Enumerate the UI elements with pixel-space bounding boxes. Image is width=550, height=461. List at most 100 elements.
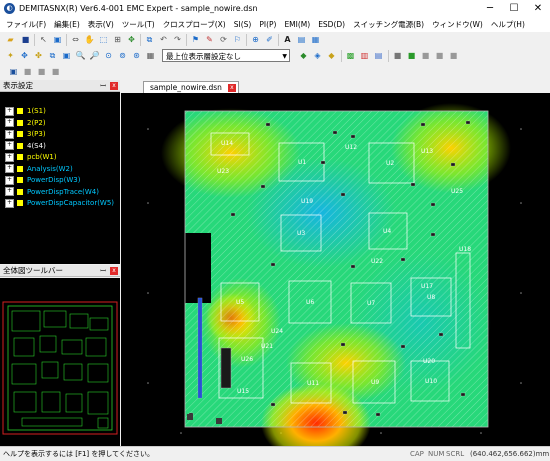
expand-icon[interactable]: + — [5, 187, 14, 196]
highlight-icon[interactable]: ✎ — [204, 34, 215, 45]
label-u14: U14 — [221, 140, 233, 147]
gray-1-icon[interactable]: ■ — [392, 50, 403, 61]
menu-file[interactable]: ファイル(F) — [2, 18, 50, 32]
chart-icon[interactable]: ▥ — [359, 50, 370, 61]
pcb-canvas[interactable]: U1 U2 U3 U4 U5 U6 U7 U8 U9 U10 U11 U14 U… — [121, 93, 550, 446]
zoom-in-icon[interactable]: ⊕ — [250, 34, 261, 45]
wire-icon[interactable]: ✦ — [5, 50, 16, 61]
overview-panel-close-icon[interactable]: x — [110, 267, 118, 275]
expand-icon[interactable]: + — [5, 152, 14, 162]
via-icon[interactable]: ✥ — [19, 50, 30, 61]
maximize-button[interactable]: ☐ — [502, 0, 526, 18]
layer-item[interactable]: +4(S4) — [0, 141, 120, 153]
pointer-icon[interactable]: ↖ — [38, 34, 49, 45]
tile-icon[interactable]: ▦ — [310, 34, 321, 45]
expand-icon[interactable]: + — [5, 164, 14, 173]
table-icon[interactable]: ▤ — [373, 50, 384, 61]
layer-panel-close-icon[interactable]: x — [110, 82, 118, 90]
zoom-in-2-icon[interactable]: 🔍 — [75, 50, 86, 61]
zoom-all-icon[interactable]: ⊛ — [131, 50, 142, 61]
layer-swap-icon[interactable]: ◈ — [312, 50, 323, 61]
layer-item[interactable]: + PowerDisp(W3) — [0, 175, 120, 187]
gray-2-icon[interactable]: ■ — [420, 50, 431, 61]
menu-edit[interactable]: 編集(E) — [50, 18, 84, 32]
scale-icon[interactable]: ⇔ — [70, 34, 81, 45]
label-u6: U6 — [306, 299, 314, 306]
rotate-icon[interactable]: ⟳ — [218, 34, 229, 45]
layer-item[interactable]: + PowerDispTrace(W4) — [0, 187, 120, 199]
menu-tool[interactable]: ツール(T) — [118, 18, 159, 32]
folder-icon — [17, 142, 23, 149]
save-icon[interactable]: ■ — [20, 34, 31, 45]
menu-help[interactable]: ヘルプ(H) — [487, 18, 529, 32]
gray-7-icon[interactable]: ■ — [50, 66, 61, 77]
color-map-icon[interactable]: ▩ — [345, 50, 356, 61]
close-button[interactable]: ✕ — [526, 0, 550, 18]
display-icon[interactable]: ▣ — [8, 66, 19, 77]
layer-down-icon[interactable]: ◆ — [326, 50, 337, 61]
expand-icon[interactable]: + — [5, 118, 14, 127]
menu-esd[interactable]: ESD(D) — [314, 18, 349, 32]
expand-icon[interactable]: + — [5, 129, 14, 139]
expand-icon[interactable]: + — [5, 141, 14, 150]
open-icon[interactable]: ▰ — [5, 34, 16, 45]
expand-icon[interactable]: + — [5, 198, 14, 208]
pan-icon[interactable]: ✋ — [84, 34, 95, 45]
overview-map[interactable] — [0, 278, 120, 446]
gray-3-icon[interactable]: ■ — [434, 50, 445, 61]
layer-item[interactable]: + pcb(W1) — [0, 152, 120, 164]
gray-6-icon[interactable]: ■ — [36, 66, 47, 77]
text-icon[interactable]: A — [282, 34, 293, 45]
expand-icon[interactable]: + — [5, 175, 14, 185]
fit-icon[interactable]: ▣ — [61, 50, 72, 61]
menu-switching-power[interactable]: スイッチング電源(B) — [349, 18, 428, 32]
copy-window-icon[interactable]: ⧉ — [47, 50, 58, 61]
pen-icon[interactable]: ✐ — [264, 34, 275, 45]
grid-icon[interactable]: ▦ — [145, 50, 156, 61]
menu-si[interactable]: SI(S) — [230, 18, 256, 32]
label-u18: U18 — [459, 246, 471, 253]
document-icon — [17, 177, 23, 183]
layer-item[interactable]: + PowerDispCapacitor(W5) — [0, 198, 120, 210]
copy-icon[interactable]: ⧉ — [144, 34, 155, 45]
minimize-button[interactable]: ─ — [478, 0, 502, 18]
layer-item[interactable]: +1(S1) — [0, 106, 120, 118]
label-u9: U9 — [371, 379, 379, 386]
zoom-area-icon[interactable]: ⊙ — [103, 50, 114, 61]
menu-bar: ファイル(F) 編集(E) 表示(V) ツール(T) クロスプローブ(X) SI(S) PI… — [0, 18, 550, 32]
window-icon[interactable]: ▤ — [296, 34, 307, 45]
menu-emi[interactable]: EMI(M) — [280, 18, 314, 32]
zoom-prev-icon[interactable]: ⊚ — [117, 50, 128, 61]
title-bar: ◐ DEMITASNX(R) Ver6.4-001 EMC Expert - s… — [0, 0, 550, 19]
menu-window[interactable]: ウィンドウ(W) — [428, 18, 487, 32]
measure-icon[interactable]: ⊞ — [112, 34, 123, 45]
tab-close-icon[interactable]: x — [227, 84, 236, 92]
undo-icon[interactable]: ↶ — [158, 34, 169, 45]
menu-pi[interactable]: PI(P) — [255, 18, 280, 32]
gray-4-icon[interactable]: ■ — [448, 50, 459, 61]
label-u19: U19 — [301, 198, 313, 205]
green-icon[interactable]: ■ — [406, 50, 417, 61]
rect-select-icon[interactable]: ⬚ — [98, 34, 109, 45]
flag-icon[interactable]: ⚐ — [232, 34, 243, 45]
layer-item[interactable]: +3(P3) — [0, 129, 120, 141]
pin-icon[interactable]: ꟷ — [100, 265, 106, 277]
layer-label: pcb(W1) — [27, 153, 57, 161]
zoom-out-icon[interactable]: 🔎 — [89, 50, 100, 61]
gray-5-icon[interactable]: ■ — [22, 66, 33, 77]
expand-icon[interactable]: + — [5, 106, 14, 116]
layer-up-icon[interactable]: ◆ — [298, 50, 309, 61]
label-u4: U4 — [383, 228, 391, 235]
label-u8: U8 — [427, 294, 435, 301]
layer-item[interactable]: + Analysis(W2) — [0, 164, 120, 176]
menu-view[interactable]: 表示(V) — [84, 18, 118, 32]
menu-crossprobe[interactable]: クロスプローブ(X) — [159, 18, 230, 32]
drc-icon[interactable]: ⚑ — [190, 34, 201, 45]
pin-icon[interactable]: ꟷ — [100, 80, 106, 92]
route-icon[interactable]: ✤ — [33, 50, 44, 61]
move-icon[interactable]: ✥ — [126, 34, 137, 45]
redo-icon[interactable]: ↷ — [172, 34, 183, 45]
select-icon[interactable]: ▣ — [52, 34, 63, 45]
layer-combo[interactable]: 最上位表示層設定なし ▼ — [162, 49, 290, 62]
layer-item[interactable]: +2(P2) — [0, 118, 120, 130]
